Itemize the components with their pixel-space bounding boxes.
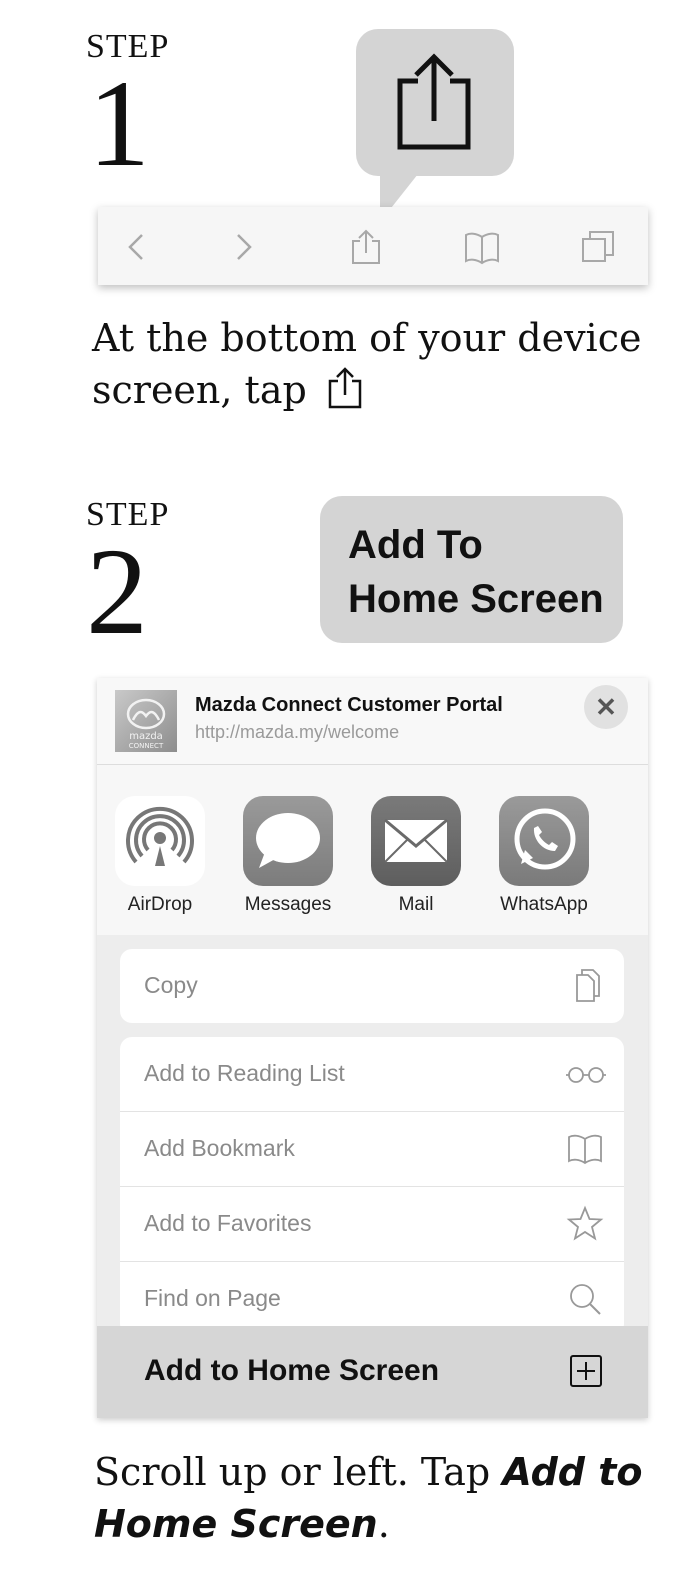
share-apps-row: AirDrop Messages Mail WhatsApp bbox=[97, 765, 648, 935]
action-find-on-page[interactable]: Find on Page bbox=[120, 1262, 624, 1336]
svg-text:mazda: mazda bbox=[129, 731, 163, 742]
site-title: Mazda Connect Customer Portal bbox=[195, 694, 503, 716]
app-label: WhatsApp bbox=[500, 894, 588, 915]
final-instruction-suffix: . bbox=[377, 1502, 390, 1546]
site-logo: mazda CONNECT bbox=[115, 690, 177, 752]
airdrop-icon bbox=[115, 796, 205, 886]
action-copy[interactable]: Copy bbox=[120, 949, 624, 1023]
star-icon bbox=[566, 1205, 604, 1241]
callout-line2: Home Screen bbox=[348, 577, 604, 621]
action-label: Find on Page bbox=[144, 1285, 281, 1311]
final-instruction-prefix: Scroll up or left. Tap bbox=[94, 1450, 503, 1494]
messages-icon bbox=[243, 796, 333, 886]
step1-instruction: At the bottom of your device screen, tap bbox=[92, 316, 642, 412]
back-icon[interactable] bbox=[120, 229, 156, 265]
app-label: AirDrop bbox=[127, 894, 193, 915]
add-to-home-screen-row[interactable]: Add to Home Screen bbox=[97, 1326, 648, 1418]
whatsapp-icon bbox=[499, 796, 589, 886]
add-square-icon bbox=[570, 1355, 602, 1387]
search-icon bbox=[570, 1284, 601, 1315]
action-add-bookmark[interactable]: Add Bookmark bbox=[120, 1112, 624, 1187]
action-group-main: Add to Reading List Add Bookmark Add to … bbox=[120, 1037, 624, 1336]
final-instruction: Scroll up or left. Tap Add to Home Scree… bbox=[94, 1446, 664, 1550]
copy-icon bbox=[576, 969, 600, 1002]
forward-icon[interactable] bbox=[226, 229, 262, 265]
add-to-home-screen-label: Add to Home Screen bbox=[144, 1354, 440, 1387]
share-sheet-header: mazda CONNECT Mazda Connect Customer Por… bbox=[97, 678, 648, 765]
share-sheet: mazda CONNECT Mazda Connect Customer Por… bbox=[97, 678, 648, 1418]
share-callout-bubble bbox=[356, 29, 514, 176]
tabs-icon[interactable] bbox=[580, 229, 616, 265]
app-label: Mail bbox=[398, 894, 434, 915]
bookmarks-icon[interactable] bbox=[464, 229, 500, 265]
action-label: Copy bbox=[144, 972, 198, 998]
share-icon bbox=[328, 367, 362, 409]
book-icon bbox=[568, 1134, 602, 1165]
mazda-logo-icon: mazda CONNECT bbox=[126, 698, 166, 750]
step1-number: 1 bbox=[88, 55, 150, 192]
app-label: Messages bbox=[244, 894, 332, 915]
step2-number: 2 bbox=[86, 523, 148, 660]
close-button[interactable]: ✕ bbox=[584, 685, 628, 729]
safari-toolbar bbox=[98, 207, 648, 285]
app-airdrop[interactable]: AirDrop bbox=[115, 796, 205, 916]
action-reading-list[interactable]: Add to Reading List bbox=[120, 1037, 624, 1112]
share-icon[interactable] bbox=[348, 229, 384, 265]
action-group-copy: Copy bbox=[120, 949, 624, 1023]
app-mail[interactable]: Mail bbox=[371, 796, 461, 916]
add-to-home-callout: Add To Home Screen bbox=[320, 496, 623, 643]
app-whatsapp[interactable]: WhatsApp bbox=[499, 796, 589, 916]
app-messages[interactable]: Messages bbox=[243, 796, 333, 916]
callout-text: Add To Home Screen bbox=[348, 518, 604, 626]
action-add-favorites[interactable]: Add to Favorites bbox=[120, 1187, 624, 1262]
callout-line1: Add To bbox=[348, 523, 483, 567]
svg-text:CONNECT: CONNECT bbox=[129, 742, 164, 750]
mail-icon bbox=[371, 796, 461, 886]
action-label: Add Bookmark bbox=[144, 1135, 295, 1161]
action-label: Add to Favorites bbox=[144, 1210, 312, 1236]
share-icon bbox=[397, 53, 471, 150]
site-url: http://mazda.my/welcome bbox=[195, 722, 400, 742]
action-label: Add to Reading List bbox=[144, 1060, 345, 1086]
glasses-icon bbox=[566, 1067, 606, 1083]
